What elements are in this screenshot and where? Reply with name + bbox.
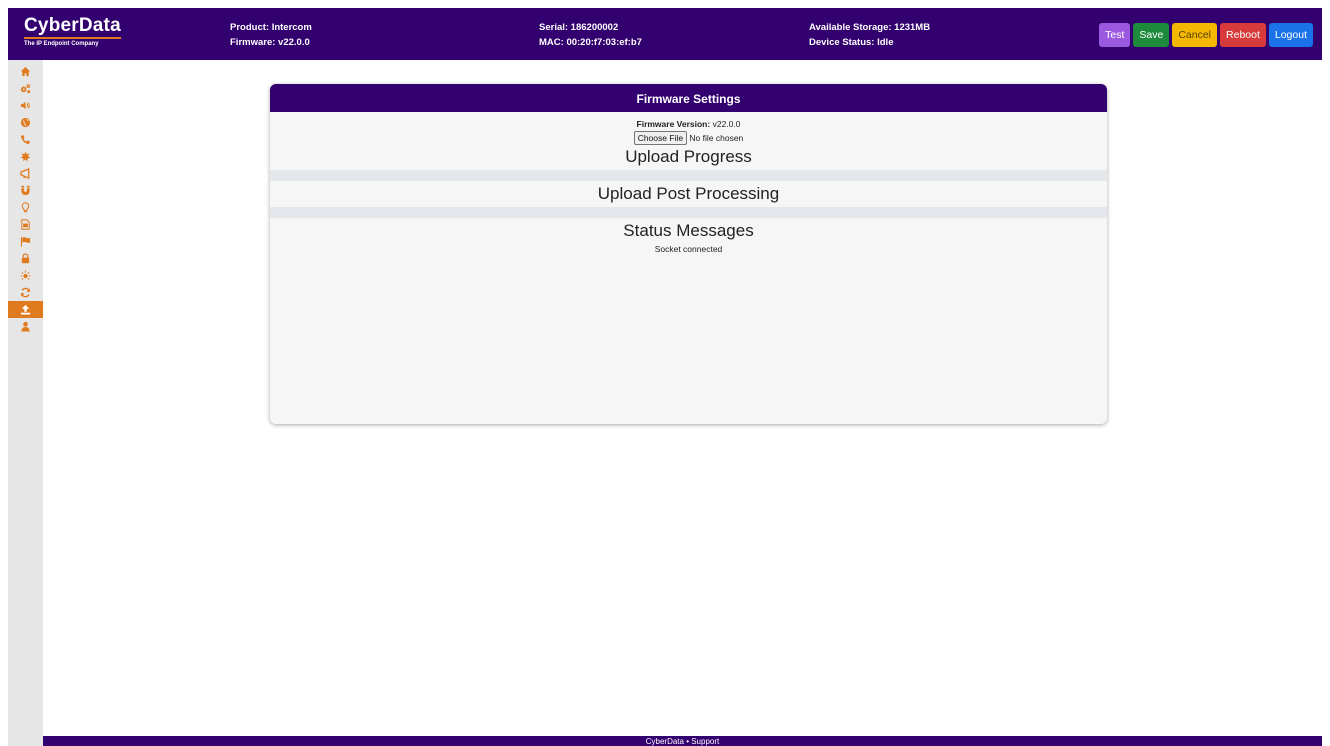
footer: CyberData • Support [43,736,1322,746]
sun-icon [20,270,31,280]
sidebar-item-day-night[interactable] [8,267,43,284]
upload-progress-heading: Upload Progress [625,147,752,166]
post-processing-bar [270,207,1107,218]
logout-button[interactable]: Logout [1268,23,1313,47]
sidebar-item-audio[interactable] [8,97,43,114]
upload-icon [20,304,31,315]
globe-icon [20,117,31,128]
sidebar-item-sensor[interactable] [8,182,43,199]
refresh-icon [21,287,30,298]
sidebar-item-home[interactable] [8,63,43,80]
sidebar-item-sip[interactable] [8,131,43,148]
burst-icon [20,151,31,162]
storage-label: Available Storage: 1231MB [809,22,931,33]
sidebar-item-firmware[interactable] [8,301,43,318]
sidebar-item-security[interactable] [8,250,43,267]
save-button[interactable]: Save [1133,23,1170,47]
sidebar-nav [8,60,43,746]
lightbulb-icon [21,202,30,213]
test-button[interactable]: Test [1099,23,1131,47]
user-icon [21,321,30,332]
logo-tagline: The IP Endpoint Company [24,41,99,47]
product-info: Product: Intercom Firmware: v22.0.0 [230,20,312,50]
sidebar-item-settings[interactable] [8,80,43,97]
upload-post-processing-heading: Upload Post Processing [597,184,780,203]
sidebar-item-lights[interactable] [8,199,43,216]
sidebar-item-alerts[interactable] [8,233,43,250]
gears-icon [20,84,31,94]
header-actions: Test Save Cancel Reboot Logout [1099,23,1313,47]
sidebar-item-admin[interactable] [8,318,43,335]
file-picker: Choose File No file chosen [270,131,1107,145]
cancel-button[interactable]: Cancel [1172,23,1218,47]
product-label: Product: Intercom [230,22,312,33]
status-message: Socket connected [654,244,723,254]
upload-progress-bar [270,170,1107,181]
sidebar-item-events[interactable] [8,148,43,165]
lock-icon [21,253,30,264]
app-frame: CyberData The IP Endpoint Company Produc… [8,8,1322,746]
firmware-version-line: Firmware Version: v22.0.0 [270,119,1107,129]
document-icon [21,219,30,230]
firmware-settings-card: Firmware Settings Firmware Version: v22.… [270,84,1107,424]
firmware-label: Firmware: v22.0.0 [230,37,310,48]
speaker-icon [20,101,30,110]
mac-label: MAC: 00:20:f7:03:ef:b7 [539,37,642,48]
device-status-info: Available Storage: 1231MB Device Status:… [809,20,930,50]
device-id-info: Serial: 186200002 MAC: 00:20:f7:03:ef:b7 [539,20,642,50]
device-status-label: Device Status: Idle [809,37,894,48]
flag-icon [20,236,31,247]
phone-icon [21,135,30,144]
card-title: Firmware Settings [270,84,1107,112]
sidebar-item-network[interactable] [8,114,43,131]
reboot-button[interactable]: Reboot [1220,23,1266,47]
cyberdata-logo[interactable]: CyberData The IP Endpoint Company [24,16,121,47]
firmware-version-value: v22.0.0 [712,119,741,129]
sidebar-item-paging[interactable] [8,165,43,182]
sidebar-item-autoprovision[interactable] [8,284,43,301]
choose-file-button[interactable]: Choose File [633,131,688,145]
status-messages-heading: Status Messages [623,221,754,240]
home-icon [20,66,31,77]
sidebar-item-audio-files[interactable] [8,216,43,233]
megaphone-icon [20,168,30,179]
magnet-icon [21,185,30,196]
file-chosen-text: No file chosen [689,133,744,143]
serial-label: Serial: 186200002 [539,22,619,33]
logo-name: CyberData [24,16,121,39]
firmware-version-label: Firmware Version: [636,119,711,129]
top-header: CyberData The IP Endpoint Company Produc… [8,8,1322,60]
